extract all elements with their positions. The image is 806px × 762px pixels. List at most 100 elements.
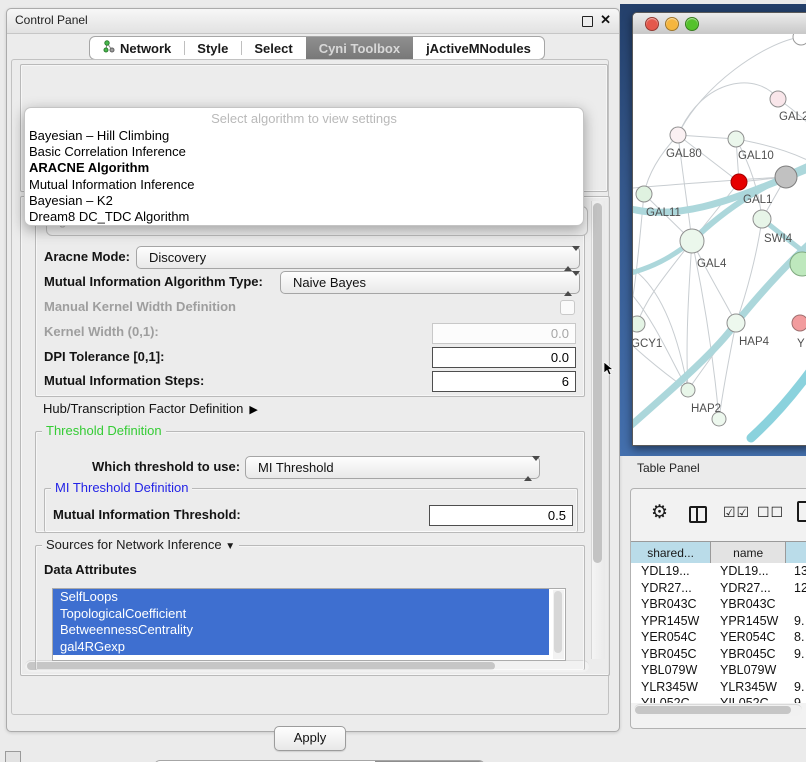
table-panel: ⚙ ☑☑ ☐☐ shared... name YDL19...YDL19...1… <box>630 488 806 729</box>
table-cell: YIL052C <box>712 695 788 703</box>
table-row[interactable]: YER054CYER054C8. <box>631 629 806 646</box>
settings-vscrollbar-thumb[interactable] <box>593 203 602 563</box>
sources-group: Sources for Network Inference ▼ Data Att… <box>35 545 585 670</box>
network-canvas[interactable]: GAL2GAL80GAL10GAL1GAL11SWI4GAL4GCY1HAP4Y… <box>633 34 806 444</box>
mi-steps-field[interactable]: 6 <box>432 371 576 392</box>
tab-jactivemnodules[interactable]: jActiveMNodules <box>413 37 544 59</box>
table-cell: 13 <box>788 563 806 580</box>
hub-definition-toggle[interactable]: Hub/Transcription Factor Definition▶ <box>43 401 258 416</box>
network-edge <box>751 362 806 438</box>
threshold-definition-group: Threshold Definition Which threshold to … <box>35 431 585 533</box>
table-cell: YDL19... <box>712 563 788 580</box>
table-row[interactable]: YBR043CYBR043C <box>631 596 806 613</box>
table-row[interactable]: YLR345WYLR345W9. <box>631 679 806 696</box>
column-header-name[interactable]: name <box>711 542 786 564</box>
algorithm-options-list: Bayesian – Hill ClimbingBasic Correlatio… <box>25 128 583 225</box>
network-view-window[interactable]: GAL2GAL80GAL10GAL1GAL11SWI4GAL4GCY1HAP4Y… <box>632 12 806 446</box>
table-hscrollbar-thumb[interactable] <box>635 706 791 714</box>
table-hscrollbar[interactable] <box>634 704 802 716</box>
attributes-vscrollbar-thumb[interactable] <box>554 591 562 653</box>
algorithm-option[interactable]: Bayesian – K2 <box>25 193 583 209</box>
sources-legend[interactable]: Sources for Network Inference ▼ <box>42 537 239 552</box>
table-row[interactable]: YDL19...YDL19...13 <box>631 563 806 580</box>
which-threshold-label: Which threshold to use: <box>92 459 240 474</box>
table-cell: YIL052C <box>631 695 712 703</box>
network-node[interactable] <box>731 174 747 190</box>
algorithm-option[interactable]: ARACNE Algorithm <box>25 160 583 176</box>
network-node[interactable] <box>770 91 786 107</box>
network-window-titlebar[interactable] <box>633 13 806 35</box>
hub-definition-label: Hub/Transcription Factor Definition <box>43 401 243 416</box>
network-node[interactable] <box>753 210 771 228</box>
network-node[interactable] <box>681 383 695 397</box>
attribute-item[interactable]: SelfLoops <box>53 589 549 606</box>
table-cell: YER054C <box>712 629 788 646</box>
dpi-tolerance-label: DPI Tolerance [0,1]: <box>44 349 164 364</box>
apply-button[interactable]: Apply <box>274 726 346 751</box>
network-node[interactable] <box>680 229 704 253</box>
attribute-item[interactable]: BetweennessCentrality <box>53 622 549 639</box>
tab-select[interactable]: Select <box>241 37 305 59</box>
table-cell <box>788 662 806 679</box>
tab-style[interactable]: Style <box>184 37 241 59</box>
which-threshold-combo[interactable]: MI Threshold <box>245 456 540 479</box>
network-node[interactable] <box>793 34 806 45</box>
deselect-all-checkboxes-icon[interactable]: ☐☐ <box>757 504 784 521</box>
attribute-item[interactable]: TopologicalCoefficient <box>53 606 549 623</box>
table-cell: YLR345W <box>712 679 788 696</box>
column-header-clipped[interactable] <box>786 542 806 564</box>
mi-type-combo[interactable]: Naive Bayes <box>280 271 580 294</box>
column-header-shared-name[interactable]: shared... <box>631 542 711 564</box>
table-row[interactable]: YBL079WYBL079W <box>631 662 806 679</box>
tab-network-label: Network <box>120 41 171 56</box>
table-cell: 9. <box>788 646 806 663</box>
algorithm-option[interactable]: Mutual Information Inference <box>25 177 583 193</box>
table-cell: 8. <box>788 629 806 646</box>
tab-cyni-toolbox[interactable]: Cyni Toolbox <box>306 37 413 59</box>
kernel-width-field[interactable]: 0.0 <box>432 323 576 344</box>
algorithm-option[interactable]: Dream8 DC_TDC Algorithm <box>25 209 583 225</box>
dpi-tolerance-field[interactable]: 0.0 <box>432 347 576 368</box>
network-node[interactable] <box>728 131 744 147</box>
table-row[interactable]: YBR045CYBR045C9. <box>631 646 806 663</box>
mi-threshold-field[interactable]: 0.5 <box>429 505 573 526</box>
node-label: HAP4 <box>739 336 770 348</box>
table-row[interactable]: YIL052CYIL052C9. <box>631 695 806 703</box>
mac-zoom-button[interactable] <box>685 17 699 31</box>
table-row[interactable]: YPR145WYPR145W9. <box>631 613 806 630</box>
mac-minimize-button[interactable] <box>665 17 679 31</box>
network-node[interactable] <box>727 314 745 332</box>
node-label: GAL10 <box>738 150 774 162</box>
table-row[interactable]: YDR27...YDR27...12 <box>631 580 806 597</box>
tab-cyni-toolbox-label: Cyni Toolbox <box>319 41 400 56</box>
algorithm-option[interactable]: Basic Correlation Inference <box>25 144 583 160</box>
algorithm-option[interactable]: Bayesian – Hill Climbing <box>25 128 583 144</box>
data-attributes-label: Data Attributes <box>44 562 137 577</box>
data-attributes-list[interactable]: SelfLoopsTopologicalCoefficientBetweenne… <box>52 588 566 661</box>
table-cell: YBR043C <box>631 596 712 613</box>
export-table-icon[interactable] <box>797 501 806 522</box>
attribute-item[interactable]: gal4RGexp <box>53 639 549 656</box>
select-all-checkboxes-icon[interactable]: ☑☑ <box>723 504 750 521</box>
gear-icon[interactable]: ⚙ <box>651 501 668 524</box>
network-node[interactable] <box>670 127 686 143</box>
table-cell: YPR145W <box>631 613 712 630</box>
attributes-vscrollbar[interactable] <box>553 590 564 659</box>
node-label: GAL2 <box>779 111 806 123</box>
settings-vscrollbar[interactable] <box>591 201 605 659</box>
network-node[interactable] <box>792 315 806 331</box>
column-layout-icon[interactable] <box>689 506 707 523</box>
network-node[interactable] <box>775 166 797 188</box>
mac-close-button[interactable] <box>645 17 659 31</box>
manual-kernel-checkbox[interactable] <box>560 300 575 315</box>
network-node[interactable] <box>636 186 652 202</box>
tab-network[interactable]: Network <box>90 37 184 59</box>
float-window-icon[interactable] <box>582 16 593 27</box>
aracne-mode-combo[interactable]: Discovery <box>136 246 580 269</box>
table-cell: YBL079W <box>712 662 788 679</box>
close-icon[interactable]: ✕ <box>600 12 611 28</box>
mi-threshold-definition-group: MI Threshold Definition Mutual Informati… <box>44 488 578 532</box>
mi-type-value: Naive Bayes <box>293 275 366 290</box>
table-cell: YER054C <box>631 629 712 646</box>
network-node[interactable] <box>633 316 645 332</box>
